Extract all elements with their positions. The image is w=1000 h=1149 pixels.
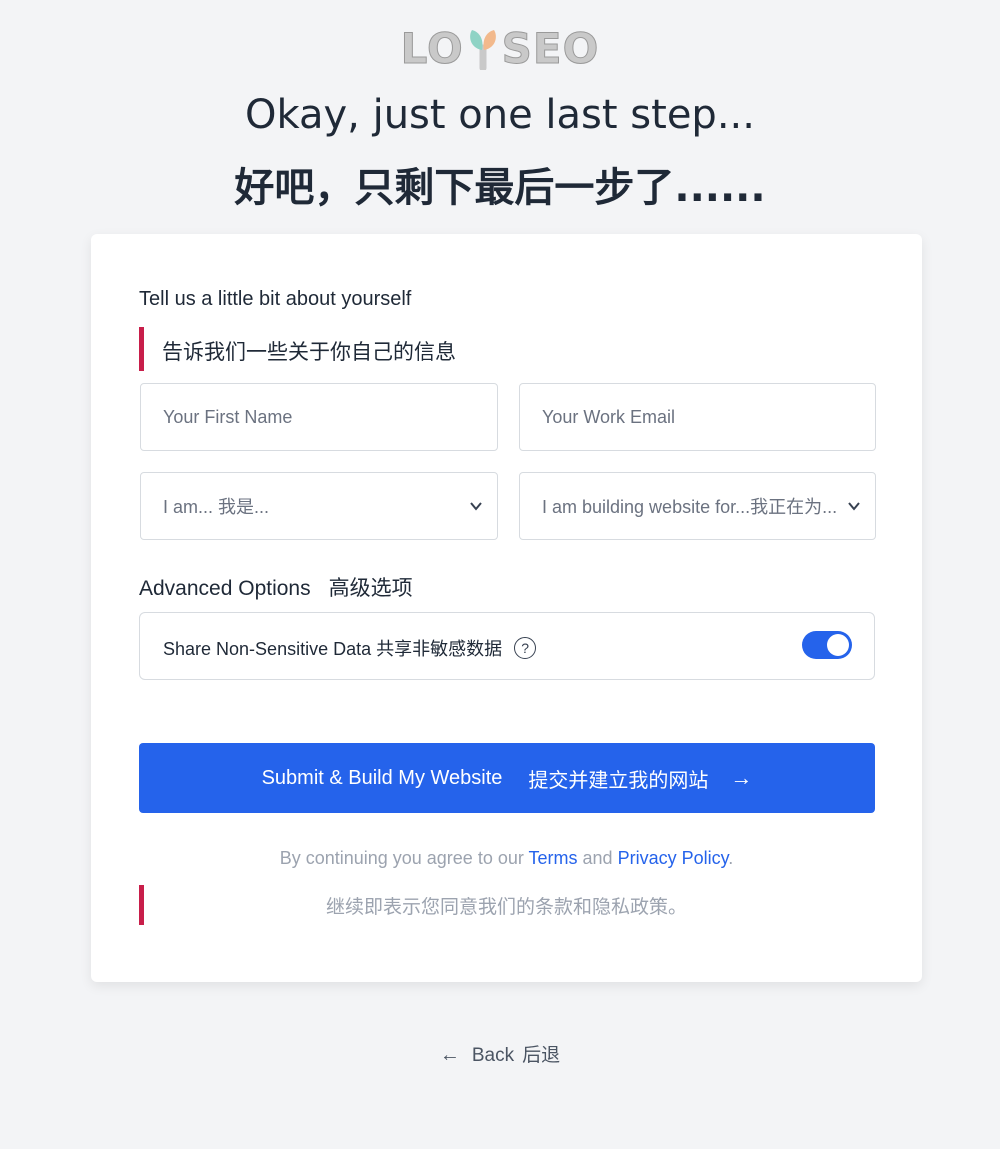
submit-label: Submit & Build My Website — [261, 766, 503, 789]
terms-link[interactable]: Terms — [529, 848, 578, 868]
arrow-left-icon: ← — [439, 1044, 460, 1066]
accent-bar — [139, 327, 144, 371]
back-link[interactable]: ← Back 后退 — [0, 1040, 1000, 1067]
logo: LO SEO — [0, 22, 1000, 74]
purpose-select-value: I am building website for...我正在为... — [542, 497, 838, 517]
advanced-options-label: Advanced Options 高级选项 — [139, 572, 413, 602]
advanced-options-text: Advanced Options — [139, 577, 311, 600]
logo-text-right: SEO — [501, 23, 600, 73]
onboarding-card: Tell us a little bit about yourself 告诉我们… — [91, 234, 922, 982]
first-name-field[interactable] — [140, 383, 498, 451]
first-name-input[interactable] — [163, 406, 497, 428]
section-label: Tell us a little bit about yourself — [139, 288, 412, 310]
privacy-policy-link[interactable]: Privacy Policy — [618, 848, 729, 868]
submit-label-zh: 提交并建立我的网站 — [528, 769, 709, 792]
submit-build-button[interactable]: Submit & Build My Website 提交并建立我的网站 → — [139, 743, 875, 813]
work-email-field[interactable] — [519, 383, 876, 451]
advanced-options-text-zh: 高级选项 — [328, 577, 413, 600]
terms-and: and — [577, 848, 618, 868]
page-title: Okay, just one last step... — [245, 92, 755, 138]
chevron-down-icon — [470, 502, 482, 511]
section-label-zh: 告诉我们一些关于你自己的信息 — [162, 341, 456, 364]
page-title-zh: 好吧，只剩下最后一步了...... — [234, 165, 766, 211]
role-select-value: I am... 我是... — [163, 497, 270, 517]
share-data-option: Share Non-Sensitive Data 共享非敏感数据 ? — [139, 612, 875, 680]
help-icon[interactable]: ? — [514, 637, 537, 659]
role-select[interactable]: I am... 我是... — [140, 472, 498, 540]
share-data-toggle[interactable] — [802, 631, 852, 659]
chevron-down-icon — [848, 502, 860, 511]
back-label: Back — [471, 1045, 515, 1066]
arrow-right-icon: → — [730, 765, 753, 790]
terms-notice-zh: 继续即表示您同意我们的条款和隐私政策。 — [325, 897, 687, 918]
terms-notice: By continuing you agree to our Terms and… — [91, 848, 922, 869]
terms-suffix: . — [728, 848, 734, 868]
back-label-zh: 后退 — [522, 1045, 561, 1066]
terms-prefix: By continuing you agree to our — [279, 848, 529, 868]
purpose-select[interactable]: I am building website for...我正在为... — [519, 472, 876, 540]
share-data-label: Share Non-Sensitive Data 共享非敏感数据 — [163, 639, 503, 659]
toggle-knob — [827, 634, 849, 656]
work-email-input[interactable] — [542, 406, 875, 428]
logo-leaf-icon — [466, 26, 500, 72]
logo-text-left: LO — [400, 23, 464, 73]
